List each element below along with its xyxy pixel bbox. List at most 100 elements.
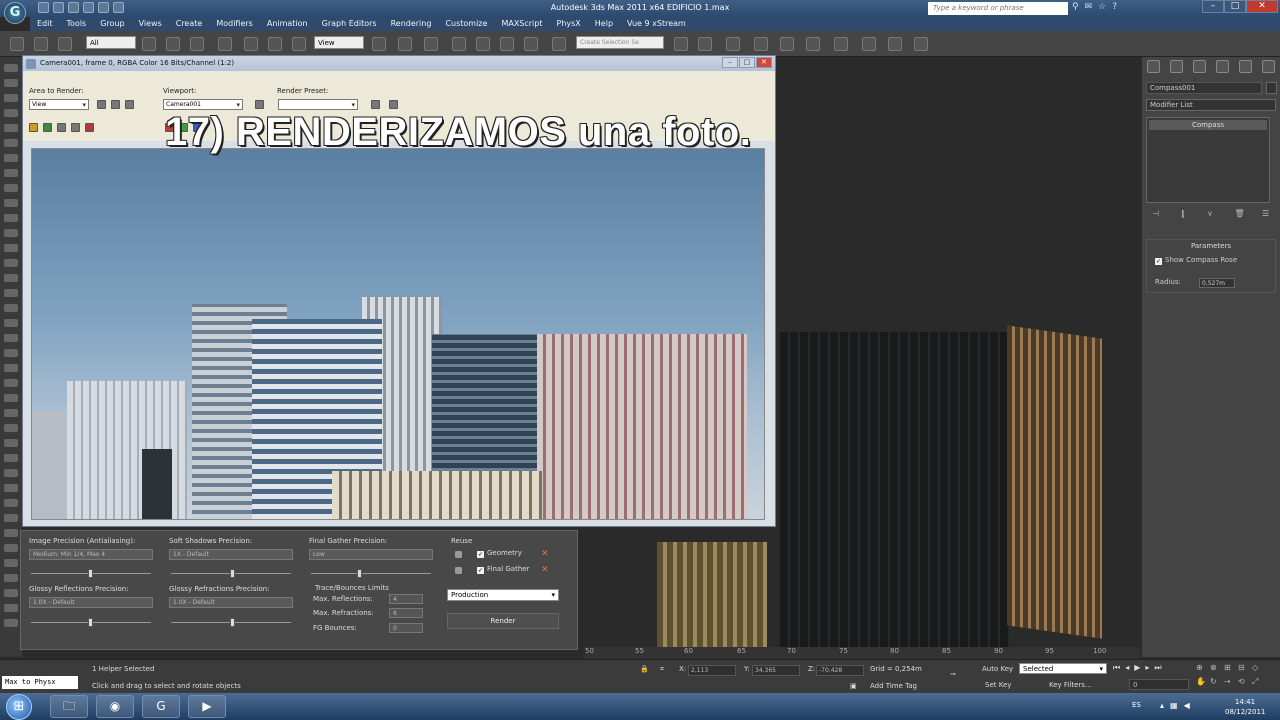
maximize-viewport-icon[interactable]: ⤢	[1252, 677, 1266, 687]
menu-graph-editors[interactable]: Graph Editors	[315, 17, 384, 31]
goto-end-icon[interactable]: ⏭	[1154, 663, 1161, 673]
network-icon[interactable]: ▦	[1170, 701, 1178, 710]
binoculars-icon[interactable]: ⚲	[1072, 2, 1079, 12]
roll-icon[interactable]: ⟲	[1238, 677, 1252, 687]
maximize-button[interactable]: □	[1224, 0, 1246, 13]
schematic-view-icon[interactable]	[806, 37, 820, 51]
spinner-snap-icon[interactable]	[524, 37, 538, 51]
link-icon[interactable]	[10, 37, 24, 51]
viewport-dropdown[interactable]: Camera001	[163, 99, 243, 110]
strip-icon[interactable]	[4, 379, 18, 387]
key-filters-button[interactable]: Key Filters...	[1049, 681, 1092, 689]
fg-bounces-spinner[interactable]: 0	[389, 623, 423, 633]
display-tab-icon[interactable]	[1239, 60, 1252, 73]
set-key-button[interactable]: Set Key	[985, 681, 1011, 689]
show-compass-row[interactable]: ✓ Show Compass Rose	[1155, 256, 1237, 265]
3dsmax-taskbar-icon[interactable]: G	[142, 695, 180, 718]
maxscript-listener[interactable]: Max to Physx	[2, 676, 78, 689]
menu-modifiers[interactable]: Modifiers	[209, 17, 260, 31]
select-by-name-icon[interactable]	[166, 37, 180, 51]
strip-icon[interactable]	[4, 439, 18, 447]
zoom-extents-icon[interactable]: ⊞	[1224, 663, 1238, 672]
z-coordinate[interactable]: -70,428	[816, 665, 864, 676]
pivot-center-icon[interactable]	[372, 37, 386, 51]
slider-thumb[interactable]	[88, 569, 93, 578]
glossy-reflections-field[interactable]: 1.0X - Default	[29, 597, 153, 608]
slider-thumb[interactable]	[230, 618, 235, 627]
final-gather-precision-field[interactable]: Low	[309, 549, 433, 560]
print-image-icon[interactable]	[71, 123, 80, 132]
hierarchy-tab-icon[interactable]	[1193, 60, 1206, 73]
checkbox-icon[interactable]: ✓	[477, 567, 484, 574]
strip-icon[interactable]	[4, 514, 18, 522]
start-button[interactable]: ⊞	[6, 694, 32, 720]
unlink-icon[interactable]	[34, 37, 48, 51]
frame-maximize-button[interactable]: □	[739, 57, 755, 68]
menu-edit[interactable]: Edit	[30, 17, 60, 31]
close-button[interactable]: ✕	[1246, 0, 1278, 13]
strip-icon[interactable]	[4, 109, 18, 117]
next-frame-icon[interactable]: ▸	[1145, 663, 1149, 673]
strip-icon[interactable]	[4, 199, 18, 207]
clear-icon[interactable]	[85, 123, 94, 132]
angle-snap-icon[interactable]	[476, 37, 490, 51]
reference-coordinate-dropdown[interactable]: View	[314, 36, 364, 49]
slider-thumb[interactable]	[88, 618, 93, 627]
strip-icon[interactable]	[4, 529, 18, 537]
media-player-taskbar-icon[interactable]: ▶	[188, 695, 226, 718]
render-mode-dropdown[interactable]: Production	[447, 589, 559, 601]
language-indicator[interactable]: ES	[1132, 701, 1141, 709]
slider-thumb[interactable]	[357, 569, 362, 578]
window-crossing-icon[interactable]	[218, 37, 232, 51]
geometry-row[interactable]: ✓ Geometry	[477, 549, 522, 558]
region-reset-icon[interactable]	[125, 100, 134, 109]
x-coordinate[interactable]: 2,113	[688, 665, 736, 676]
menu-views[interactable]: Views	[132, 17, 169, 31]
chrome-taskbar-icon[interactable]: ◉	[96, 695, 134, 718]
selection-filter-dropdown[interactable]: All	[86, 36, 136, 49]
prev-frame-icon[interactable]: ◂	[1125, 663, 1129, 673]
zoom-extents-all-icon[interactable]: ⊟	[1238, 663, 1252, 672]
search-input[interactable]: Type a keyword or phrase	[928, 2, 1068, 15]
frame-minimize-button[interactable]: –	[722, 57, 738, 68]
configure-sets-icon[interactable]: ☰	[1262, 209, 1272, 219]
strip-icon[interactable]	[4, 274, 18, 282]
strip-icon[interactable]	[4, 559, 18, 567]
zoom-icon[interactable]: ⊕	[1196, 663, 1210, 672]
modify-tab-icon[interactable]	[1170, 60, 1183, 73]
strip-icon[interactable]	[4, 619, 18, 627]
y-coordinate[interactable]: 34,365	[752, 665, 800, 676]
strip-icon[interactable]	[4, 574, 18, 582]
keyboard-shortcut-icon[interactable]	[424, 37, 438, 51]
stack-item-compass[interactable]: Compass	[1149, 120, 1267, 130]
explorer-taskbar-icon[interactable]: 🗀	[50, 695, 88, 718]
strip-icon[interactable]	[4, 394, 18, 402]
rendered-frame-window-icon[interactable]	[888, 37, 902, 51]
strip-icon[interactable]	[4, 79, 18, 87]
environment-effects-icon[interactable]	[389, 100, 398, 109]
render-setup-icon[interactable]	[862, 37, 876, 51]
menu-create[interactable]: Create	[169, 17, 210, 31]
copy-image-icon[interactable]	[43, 123, 52, 132]
menu-animation[interactable]: Animation	[260, 17, 315, 31]
select-object-icon[interactable]	[142, 37, 156, 51]
current-frame-field[interactable]: 0	[1129, 679, 1189, 690]
communication-icon[interactable]: ✉	[1085, 2, 1093, 12]
strip-icon[interactable]	[4, 259, 18, 267]
checkbox-icon[interactable]: ✓	[1155, 258, 1162, 265]
slider-thumb[interactable]	[230, 569, 235, 578]
strip-icon[interactable]	[4, 409, 18, 417]
rendered-image[interactable]	[31, 148, 765, 520]
strip-icon[interactable]	[4, 64, 18, 72]
strip-icon[interactable]	[4, 604, 18, 612]
region-select-icon[interactable]	[190, 37, 204, 51]
goto-start-icon[interactable]: ⏮	[1113, 663, 1120, 673]
snaps-toggle-icon[interactable]	[452, 37, 466, 51]
pan-icon[interactable]: ✋	[1196, 677, 1210, 687]
rotate-icon[interactable]	[268, 37, 282, 51]
strip-icon[interactable]	[4, 244, 18, 252]
menu-physx[interactable]: PhysX	[550, 17, 588, 31]
strip-icon[interactable]	[4, 139, 18, 147]
strip-icon[interactable]	[4, 214, 18, 222]
strip-icon[interactable]	[4, 454, 18, 462]
